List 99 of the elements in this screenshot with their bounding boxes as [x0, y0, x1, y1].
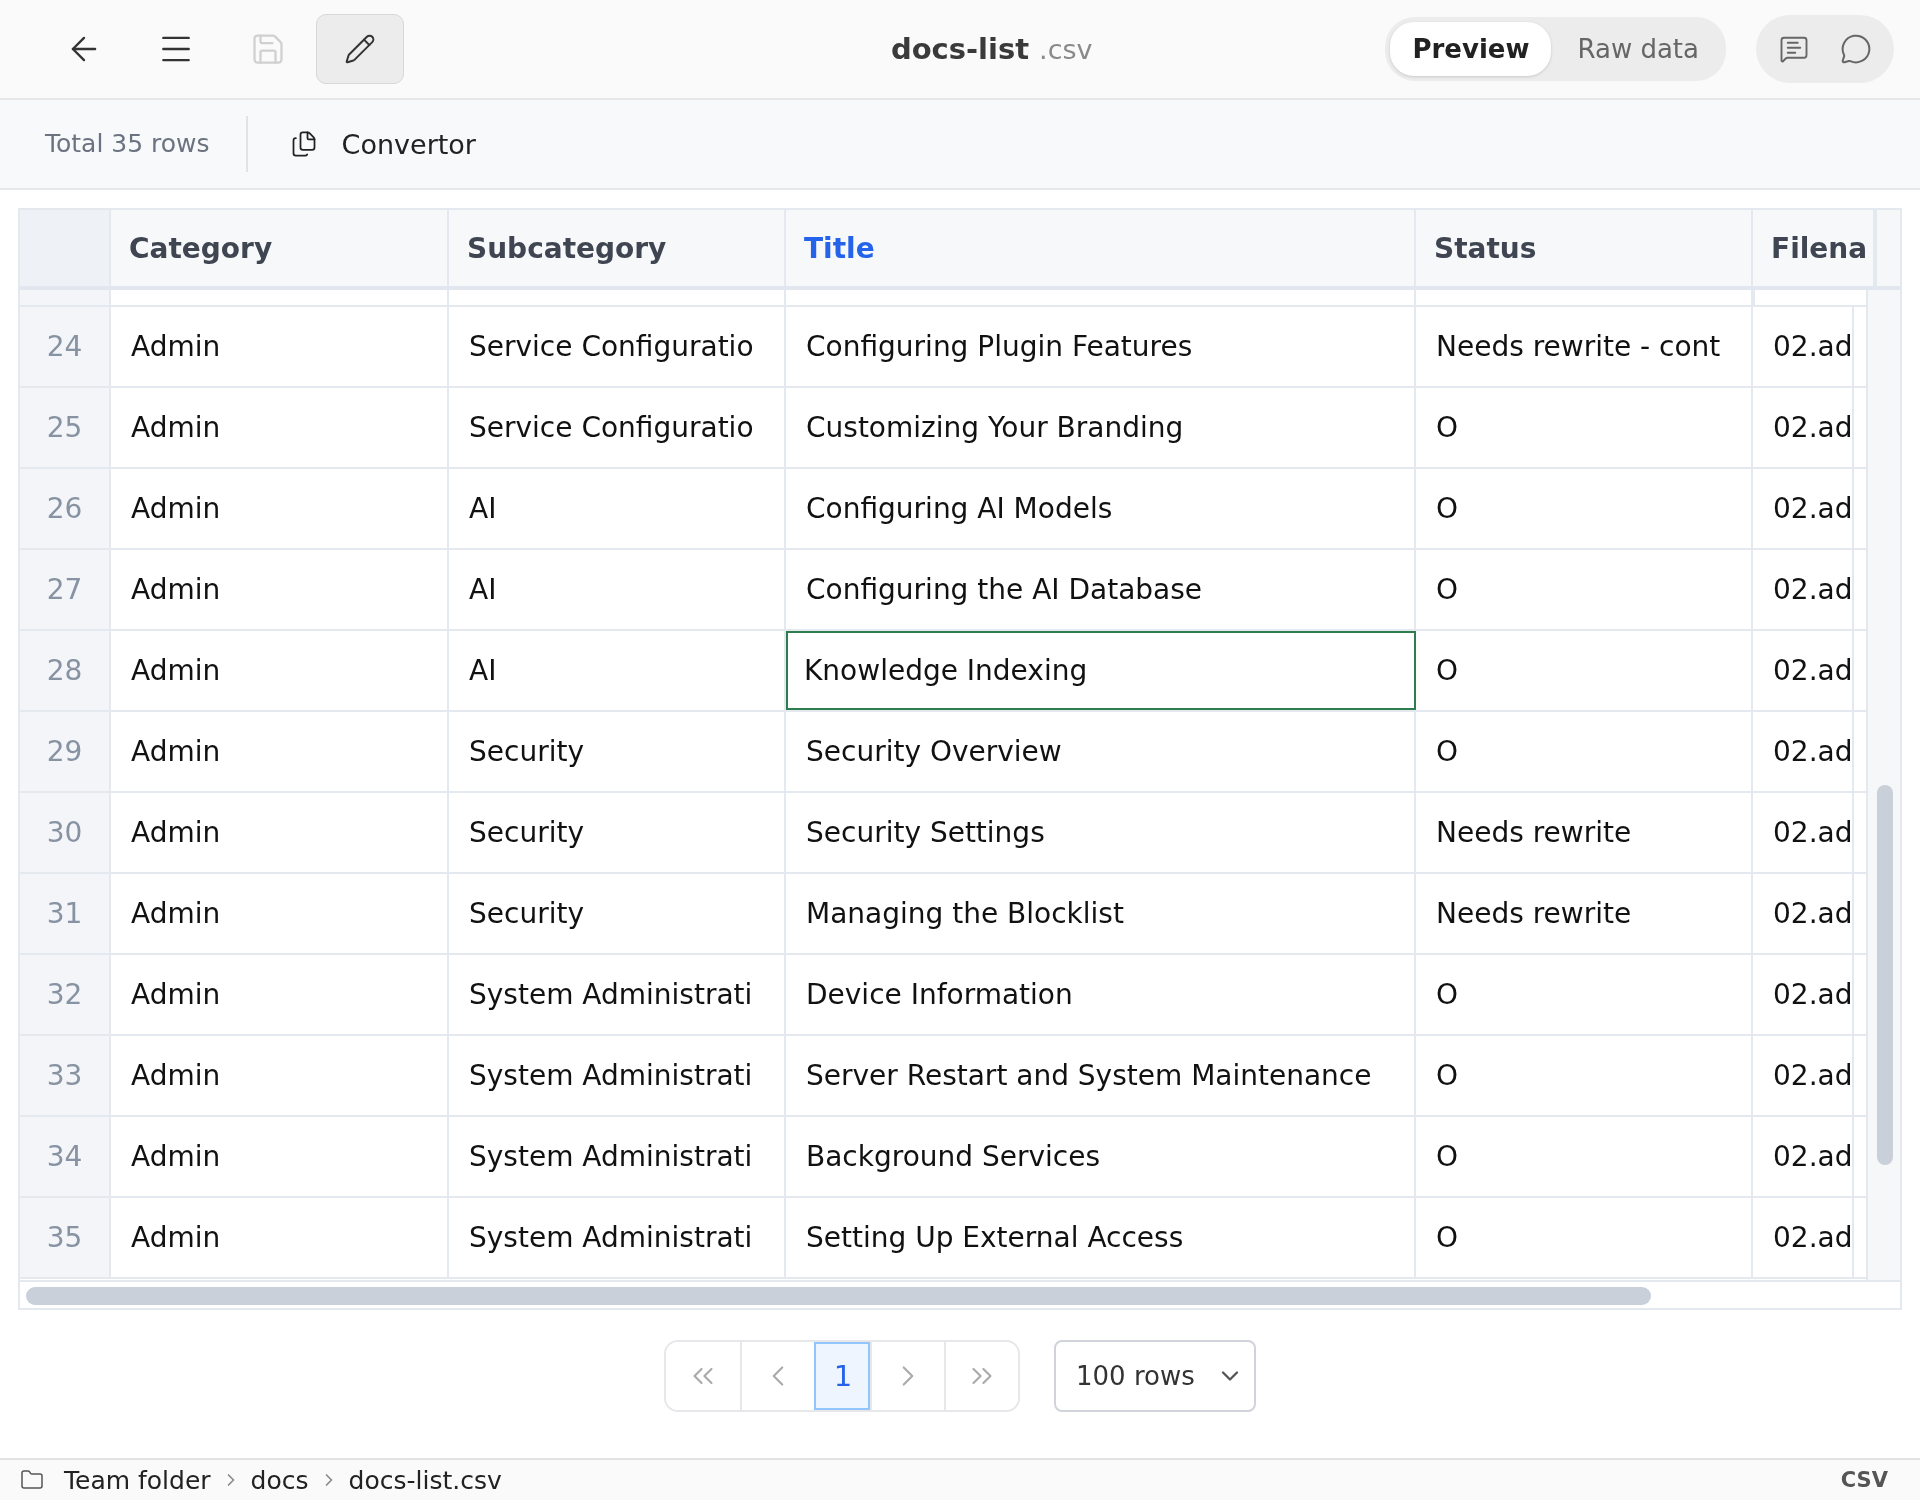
table-cell[interactable]: 02.ad: [1753, 1036, 1855, 1115]
column-header[interactable]: Category: [111, 210, 449, 286]
table-cell[interactable]: System Administrati: [449, 1117, 786, 1196]
table-cell[interactable]: O: [1416, 550, 1753, 629]
table-cell[interactable]: Admin: [111, 550, 449, 629]
table-cell[interactable]: Background Services: [786, 1117, 1416, 1196]
scrollbar-thumb[interactable]: [26, 1287, 1651, 1305]
table-cell[interactable]: O: [1416, 1198, 1753, 1277]
row-number: 35: [20, 1198, 111, 1277]
table-cell[interactable]: Managing the Blocklist: [786, 874, 1416, 953]
table-cell[interactable]: AI: [449, 631, 786, 710]
table-cell[interactable]: 02.ad: [1753, 955, 1855, 1034]
breadcrumb-link[interactable]: docs-list.csv: [348, 1465, 502, 1495]
table-cell[interactable]: Admin: [111, 793, 449, 872]
table-cell[interactable]: AI: [449, 469, 786, 548]
column-header[interactable]: Status: [1416, 210, 1753, 286]
table-cell[interactable]: Needs rewrite - cont: [1416, 307, 1753, 386]
table-cell[interactable]: 02.ad: [1753, 793, 1855, 872]
table-cell[interactable]: Admin: [111, 388, 449, 467]
table-cell[interactable]: 02.ad: [1753, 1117, 1855, 1196]
table-cell[interactable]: Service Configuratio: [449, 388, 786, 467]
table-cell[interactable]: 02.ad: [1753, 631, 1855, 710]
horizontal-scrollbar[interactable]: [20, 1280, 1900, 1308]
file-name: docs-list: [890, 32, 1030, 66]
table-cell[interactable]: Admin: [111, 469, 449, 548]
row-number: 28: [20, 631, 111, 710]
row-number: 30: [20, 793, 111, 872]
table-cell[interactable]: 02.ad: [1753, 307, 1855, 386]
table-cell[interactable]: 02.ad: [1753, 550, 1855, 629]
last-page-button[interactable]: [944, 1342, 1018, 1410]
table-cell[interactable]: AI: [449, 550, 786, 629]
view-tab[interactable]: Raw data: [1555, 22, 1721, 76]
table-cell[interactable]: 02.ad: [1753, 388, 1855, 467]
table-cell[interactable]: System Administrati: [449, 955, 786, 1034]
table-cell[interactable]: Admin: [111, 874, 449, 953]
table-cell[interactable]: 02.ad: [1753, 874, 1855, 953]
pencil-icon: [344, 33, 376, 65]
table-cell[interactable]: Configuring Plugin Features: [786, 307, 1416, 386]
row-number: 33: [20, 1036, 111, 1115]
table-cell[interactable]: Admin: [111, 955, 449, 1034]
file-type: CSV: [1840, 1468, 1888, 1492]
row-number: 32: [20, 955, 111, 1034]
table-cell[interactable]: Admin: [111, 1198, 449, 1277]
table-cell[interactable]: Admin: [111, 631, 449, 710]
vertical-scrollbar[interactable]: [1866, 290, 1900, 1280]
table-cell[interactable]: Device Information: [786, 955, 1416, 1034]
table-cell[interactable]: Admin: [111, 1036, 449, 1115]
table-cell[interactable]: O: [1416, 955, 1753, 1034]
table-cell[interactable]: Knowledge Indexing: [786, 631, 1416, 710]
column-header[interactable]: Subcategory: [449, 210, 786, 286]
table-cell[interactable]: Security Settings: [786, 793, 1416, 872]
table-cell[interactable]: Customizing Your Branding: [786, 388, 1416, 467]
table-cell[interactable]: Needs rewrite: [1416, 793, 1753, 872]
page-button[interactable]: 1: [814, 1342, 870, 1410]
table-cell[interactable]: 02.ad: [1753, 469, 1855, 548]
row-number: 26: [20, 469, 111, 548]
row-number: 29: [20, 712, 111, 791]
table-cell[interactable]: System Administrati: [449, 1198, 786, 1277]
edit-button[interactable]: [316, 14, 404, 84]
folder-icon: [20, 1468, 44, 1492]
notes-icon: [1779, 34, 1809, 64]
table-cell[interactable]: Server Restart and System Maintenance: [786, 1036, 1416, 1115]
row-number: 25: [20, 388, 111, 467]
table-cell[interactable]: Configuring the AI Database: [786, 550, 1416, 629]
save-icon: [250, 31, 286, 67]
table-cell[interactable]: 02.ad: [1753, 712, 1855, 791]
scrollbar-thumb[interactable]: [1877, 785, 1893, 1165]
table-cell[interactable]: Security: [449, 874, 786, 953]
table-cell[interactable]: Admin: [111, 1117, 449, 1196]
table-cell[interactable]: Security: [449, 712, 786, 791]
row-number: 24: [20, 307, 111, 386]
table-cell[interactable]: O: [1416, 631, 1753, 710]
convertor-button[interactable]: Convertor: [283, 127, 482, 161]
table-cell[interactable]: System Administrati: [449, 1036, 786, 1115]
table-cell[interactable]: O: [1416, 388, 1753, 467]
table-cell[interactable]: O: [1416, 712, 1753, 791]
table-cell[interactable]: Needs rewrite: [1416, 874, 1753, 953]
table-cell[interactable]: Service Configuratio: [449, 307, 786, 386]
table-cell[interactable]: 02.ad: [1753, 1198, 1855, 1277]
table-cell[interactable]: Security Overview: [786, 712, 1416, 791]
row-count: Total 35 rows: [45, 116, 248, 172]
table-cell[interactable]: Setting Up External Access: [786, 1198, 1416, 1277]
table-cell[interactable]: Admin: [111, 307, 449, 386]
view-tab[interactable]: Preview: [1390, 22, 1552, 76]
row-number: 34: [20, 1117, 111, 1196]
table-cell[interactable]: Security: [449, 793, 786, 872]
table-cell[interactable]: O: [1416, 1117, 1753, 1196]
table-cell[interactable]: O: [1416, 1036, 1753, 1115]
comment-icon: [1840, 33, 1872, 65]
table-cell[interactable]: O: [1416, 469, 1753, 548]
table-cell[interactable]: Admin: [111, 712, 449, 791]
row-number: 31: [20, 874, 111, 953]
page-size-select[interactable]: 100 rows: [1054, 1340, 1256, 1412]
breadcrumb-link[interactable]: Team folder: [64, 1465, 211, 1495]
row-number: 27: [20, 550, 111, 629]
file-extension: .csv: [1039, 34, 1093, 65]
breadcrumb-link[interactable]: docs: [250, 1465, 309, 1495]
table-cell[interactable]: Configuring AI Models: [786, 469, 1416, 548]
column-header[interactable]: Title: [786, 210, 1416, 286]
